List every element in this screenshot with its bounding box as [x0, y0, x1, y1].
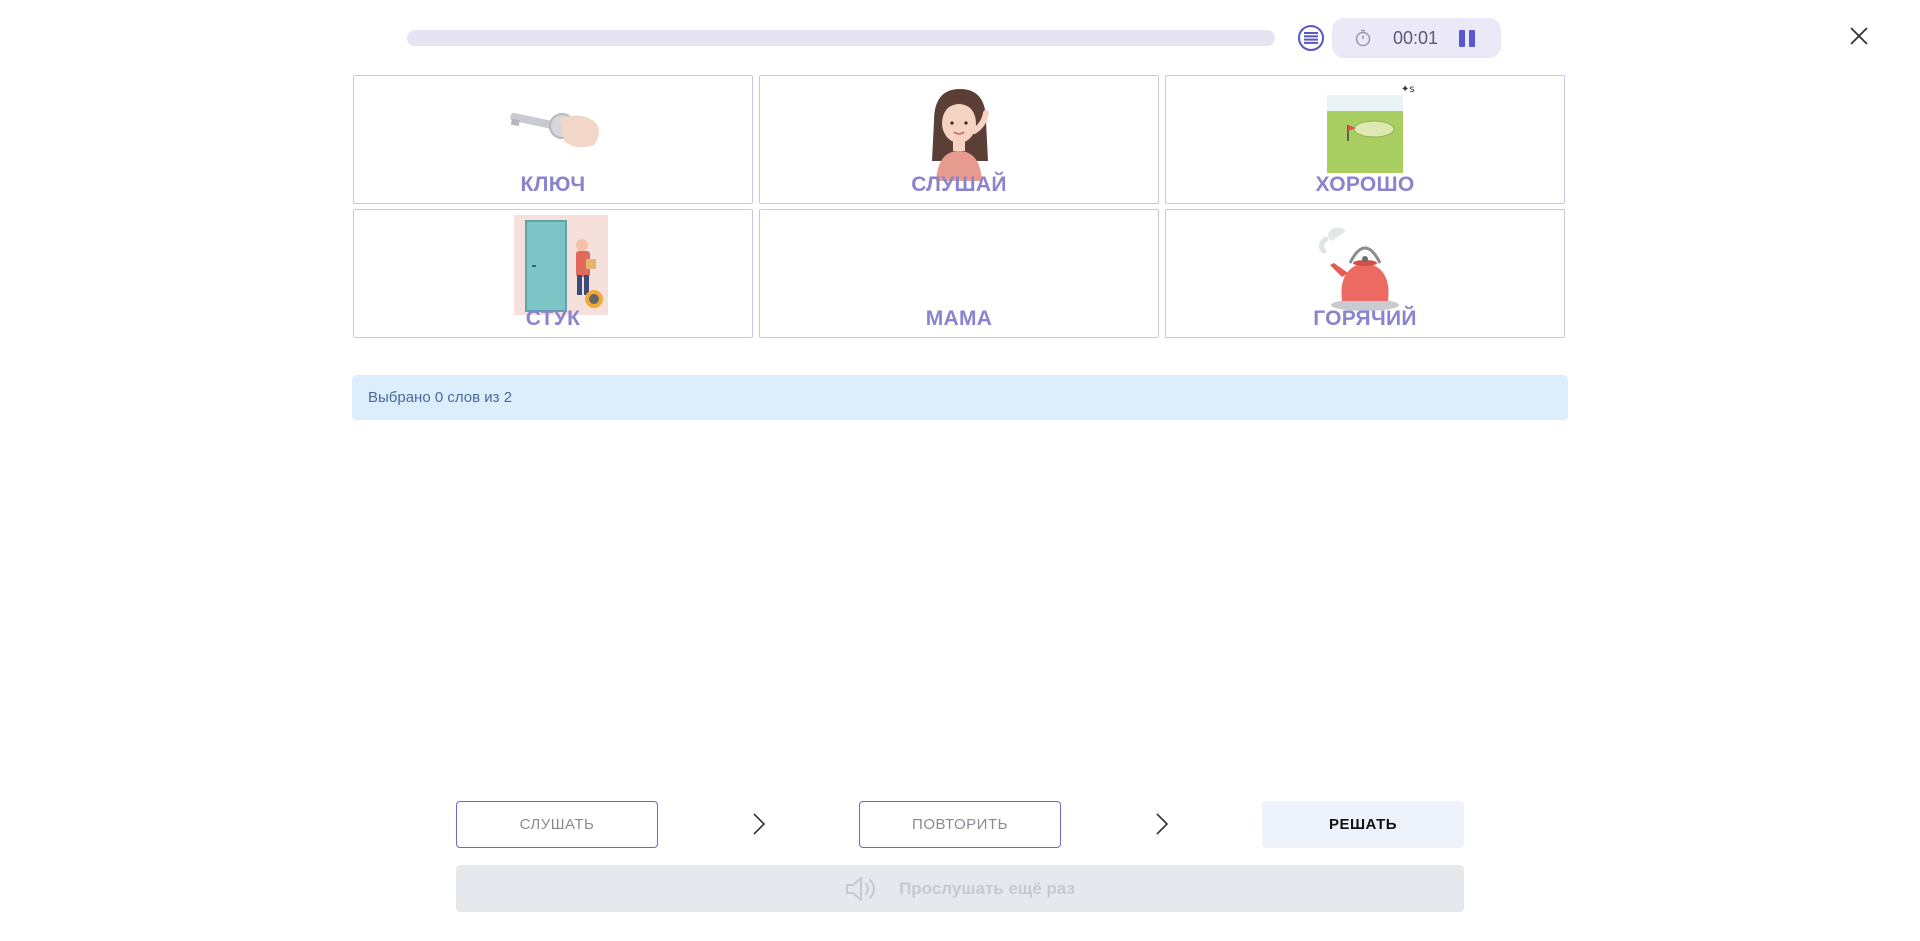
top-bar: 00:01 [0, 0, 1920, 76]
card-word: КЛЮЧ [520, 173, 586, 196]
card-word: МАМА [925, 307, 993, 330]
pause-icon[interactable] [1459, 30, 1477, 47]
solve-button-label: РЕШАТЬ [1328, 816, 1398, 833]
close-icon[interactable] [1849, 26, 1869, 46]
door-knock-image [514, 215, 608, 315]
repeat-button[interactable]: ПОВТОРИТЬ [859, 801, 1061, 848]
word-card[interactable]: СТУК [353, 209, 753, 338]
selection-status: Выбрано 0 слов из 2 [352, 375, 1568, 420]
progress-bar [407, 30, 1275, 46]
task-list-button[interactable] [1298, 25, 1324, 51]
chevron-right-icon [1156, 813, 1169, 835]
card-word: ГОРЯЧИЙ [1313, 307, 1417, 330]
replay-button[interactable]: Прослушать ещё раз [456, 865, 1464, 912]
word-card[interactable]: МАМА [759, 209, 1159, 338]
word-card[interactable]: ГОРЯЧИЙ [1165, 209, 1565, 338]
chevron-right-icon [753, 813, 766, 835]
listen-button[interactable]: СЛУШАТЬ [456, 801, 658, 848]
timer: 00:01 [1332, 18, 1501, 58]
selection-status-text: Выбрано 0 слов из 2 [368, 389, 513, 406]
card-word: СТУК [525, 307, 581, 330]
list-icon [1304, 32, 1318, 44]
card-word: СЛУШАЙ [911, 173, 1007, 196]
svg-text:✦s: ✦s [1401, 84, 1415, 95]
listening-girl-image [932, 89, 989, 181]
speaker-icon [846, 876, 876, 901]
replay-label: Прослушать ещё раз [899, 878, 1075, 898]
golf-field-image: ✦s [1327, 84, 1415, 173]
stopwatch-icon [1355, 29, 1371, 47]
solve-button[interactable]: РЕШАТЬ [1262, 801, 1464, 848]
word-grid: КЛЮЧ СЛУШАЙ ✦s ХОРОШО СТУК МАМА ГОРЯЧИЙ [353, 75, 1568, 342]
key-image [510, 112, 599, 148]
word-card[interactable]: ✦s ХОРОШО [1165, 75, 1565, 204]
word-card[interactable]: КЛЮЧ [353, 75, 753, 204]
card-word: ХОРОШО [1315, 173, 1415, 196]
listen-button-label: СЛУШАТЬ [519, 816, 595, 833]
hot-kettle-image [1318, 227, 1399, 311]
word-card[interactable]: СЛУШАЙ [759, 75, 1159, 204]
timer-value: 00:01 [1393, 28, 1439, 48]
repeat-button-label: ПОВТОРИТЬ [912, 816, 1008, 833]
